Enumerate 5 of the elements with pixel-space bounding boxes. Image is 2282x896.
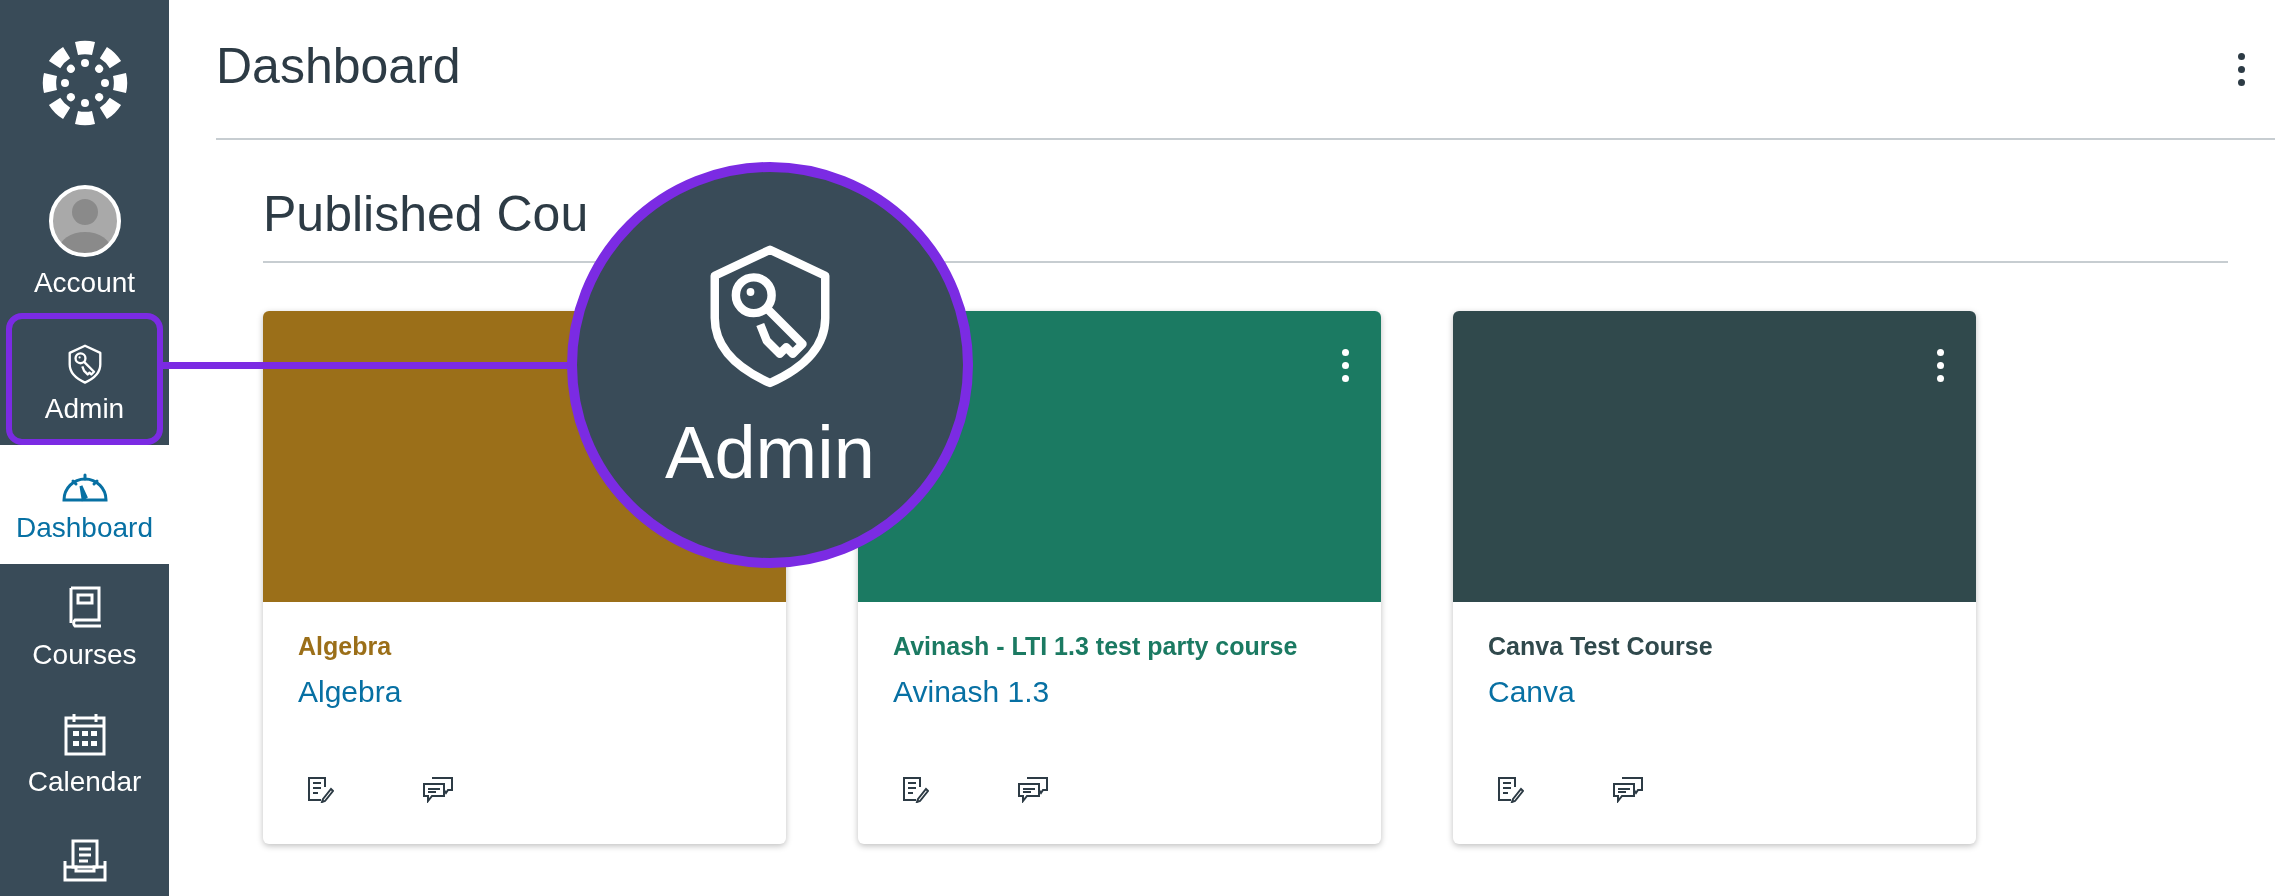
course-code: Avinash - LTI 1.3 test party course [893, 632, 1299, 661]
section-heading: Published Cou [263, 185, 589, 244]
course-code: Algebra [298, 632, 393, 661]
page-title: Dashboard [216, 37, 461, 96]
course-code: Canva Test Course [1488, 632, 1714, 661]
